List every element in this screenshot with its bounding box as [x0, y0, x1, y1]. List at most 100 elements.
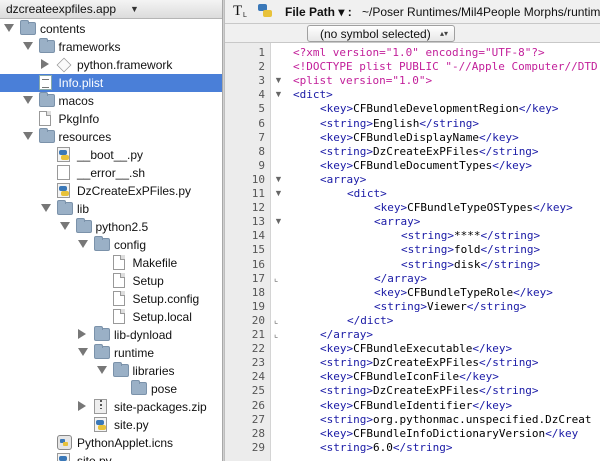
tree-item[interactable]: resources [0, 128, 222, 146]
tree-item[interactable]: __error__.sh [0, 164, 222, 182]
tree-item[interactable]: Makefile [0, 254, 222, 272]
fold-open-icon[interactable]: ▼ [274, 75, 283, 85]
code-token: <?xml version="1.0" encoding="UTF-8"?> [293, 46, 545, 59]
code-line[interactable]: </array> [374, 272, 427, 286]
folder-icon [94, 236, 110, 251]
code-token: </key> [513, 285, 553, 299]
code-line[interactable]: </array> [320, 328, 373, 342]
code-line[interactable]: </dict> [347, 314, 393, 328]
line-number: 18 [251, 285, 265, 299]
disclosure-expanded-icon[interactable] [78, 348, 88, 356]
tree-item[interactable]: Info.plist [0, 74, 222, 92]
tree-item[interactable]: site.py [0, 452, 222, 461]
code-line[interactable]: <key>CFBundleDisplayName</key> [320, 131, 519, 145]
code-token: <key> [320, 398, 354, 412]
disclosure-expanded-icon[interactable] [22, 96, 33, 104]
tree-item[interactable]: Setup [0, 272, 222, 290]
code-line[interactable]: <string>DzCreateExPFiles</string> [320, 384, 539, 398]
tree-item-label: PkgInfo [58, 112, 100, 126]
disclosure-expanded-icon[interactable] [4, 24, 14, 32]
fold-open-icon[interactable]: ▼ [274, 216, 283, 226]
tree-item[interactable]: Setup.config [0, 290, 222, 308]
code-line[interactable]: <key>CFBundleExecutable</key> [320, 342, 512, 356]
tree-item[interactable]: runtime [0, 344, 222, 362]
tree-item[interactable]: PythonApplet.icns [0, 434, 222, 452]
code-line[interactable]: <array> [320, 173, 366, 187]
framework-icon [56, 57, 72, 73]
fold-open-icon[interactable]: ▼ [274, 188, 283, 198]
disclosure-collapsed-icon[interactable] [78, 329, 86, 339]
disclosure-expanded-icon[interactable] [96, 366, 107, 374]
line-number: 6 [258, 116, 265, 130]
file-path-menu[interactable]: File Path ▾ : [285, 5, 352, 19]
tree-item[interactable]: site.py [0, 416, 222, 434]
code-line[interactable]: <string>6.0</string> [320, 441, 452, 455]
disclosure-expanded-icon[interactable] [22, 42, 33, 50]
code-token: org.pythonmac.unspecified.DzCreat [372, 412, 592, 426]
folder-icon [75, 218, 92, 233]
code-line[interactable]: <key>CFBundleDocumentTypes</key> [320, 159, 532, 173]
line-number: 25 [251, 384, 265, 398]
disclosure-expanded-icon[interactable] [41, 204, 51, 212]
code-line[interactable]: <string>English</string> [320, 117, 479, 131]
fold-end-icon[interactable]: ⌞ [274, 315, 278, 326]
tree-item[interactable]: frameworks [0, 38, 222, 56]
tree-item-label: python.framework [77, 58, 173, 72]
disclosure-collapsed-icon[interactable] [78, 401, 86, 411]
text-tool-icon[interactable]: T [233, 3, 242, 20]
fold-end-icon[interactable]: ⌞ [274, 273, 278, 284]
py-icon [94, 417, 107, 432]
disclosure-expanded-icon[interactable] [22, 132, 33, 140]
code-line[interactable]: <key>CFBundleTypeOSTypes</key> [374, 201, 573, 215]
code-token: <key> [374, 285, 408, 299]
code-line[interactable]: <string>disk</string> [401, 258, 540, 272]
line-number: 7 [258, 130, 265, 144]
code-line[interactable]: <string>DzCreateExPFiles</string> [320, 145, 539, 159]
tree-item[interactable]: site-packages.zip [0, 398, 222, 416]
fold-end-icon[interactable]: ⌞ [274, 329, 278, 340]
disclosure-collapsed-icon[interactable] [41, 59, 49, 69]
code-line[interactable]: <dict> [347, 187, 387, 201]
code-line[interactable]: <key>CFBundleIdentifier</key> [320, 399, 512, 413]
code-line[interactable]: <string>Viewer</string> [374, 300, 526, 314]
code-line[interactable]: <key>CFBundleDevelopmentRegion</key> [320, 102, 558, 116]
disclosure-expanded-icon[interactable] [78, 240, 88, 248]
tree-item[interactable]: contents [0, 20, 222, 38]
chevron-down-icon[interactable]: ▼ [130, 4, 139, 14]
code-line[interactable]: <plist version="1.0"> [293, 74, 432, 88]
line-number: 27 [251, 412, 265, 426]
code-line[interactable]: <string>****</string> [401, 229, 540, 243]
tree-item[interactable]: lib [0, 200, 222, 218]
tree-item[interactable]: libraries [0, 362, 222, 380]
tree-item[interactable]: lib-dynload [0, 326, 222, 344]
code-line[interactable]: <key>CFBundleInfoDictionaryVersion</key [320, 427, 578, 441]
tree-item[interactable]: macos [0, 92, 222, 110]
code-line[interactable]: <string>fold</string> [401, 243, 540, 257]
code-line[interactable]: <!DOCTYPE plist PUBLIC "-//Apple Compute… [293, 60, 598, 74]
code-line[interactable]: <key>CFBundleIconFile</key> [320, 370, 499, 384]
fold-open-icon[interactable]: ▼ [274, 174, 283, 184]
tree-item[interactable]: config [0, 236, 222, 254]
disclosure-expanded-icon[interactable] [59, 222, 70, 230]
tree-item[interactable]: python.framework [0, 56, 222, 74]
code-line[interactable]: <key>CFBundleTypeRole</key> [374, 286, 553, 300]
python-script-icon[interactable] [258, 4, 273, 19]
tree-item[interactable]: __boot__.py [0, 146, 222, 164]
line-number: 15 [251, 243, 265, 257]
code-line[interactable]: <string>org.pythonmac.unspecified.DzCrea… [320, 413, 592, 427]
code-line[interactable]: <?xml version="1.0" encoding="UTF-8"?> [293, 46, 545, 60]
code-line[interactable]: <array> [374, 215, 420, 229]
project-header[interactable]: dzcreateexpfiles.app ▼ [0, 0, 222, 19]
tree-item[interactable]: pose [0, 380, 222, 398]
tree-item[interactable]: python2.5 [0, 218, 222, 236]
tree-item[interactable]: PkgInfo [0, 110, 222, 128]
symbol-select[interactable]: (no symbol selected) ▴▾ [307, 25, 455, 42]
folder-icon [38, 38, 55, 53]
tree-item[interactable]: DzCreateExPFiles.py [0, 182, 222, 200]
code-line[interactable]: <dict> [293, 88, 333, 102]
code-line[interactable]: <string>DzCreateExPFiles</string> [320, 356, 539, 370]
tree-item[interactable]: Setup.local [0, 308, 222, 326]
code-area[interactable]: <?xml version="1.0" encoding="UTF-8"?> <!… [293, 43, 600, 461]
fold-open-icon[interactable]: ▼ [274, 89, 283, 99]
tree-item-label: Setup.local [132, 310, 192, 324]
